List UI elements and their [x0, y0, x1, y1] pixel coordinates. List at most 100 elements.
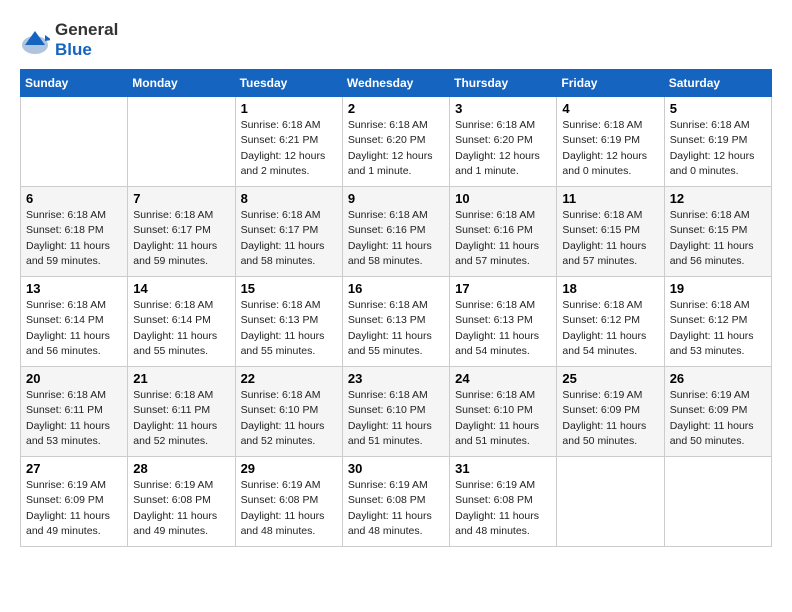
logo-container: General Blue [20, 20, 118, 59]
day-info: Sunrise: 6:18 AM Sunset: 6:16 PM Dayligh… [348, 208, 444, 269]
day-number: 13 [26, 281, 122, 296]
day-info: Sunrise: 6:18 AM Sunset: 6:15 PM Dayligh… [562, 208, 658, 269]
day-header-friday: Friday [557, 70, 664, 97]
day-number: 10 [455, 191, 551, 206]
day-number: 28 [133, 461, 229, 476]
day-number: 1 [241, 101, 337, 116]
day-number: 2 [348, 101, 444, 116]
day-cell: 5 Sunrise: 6:18 AM Sunset: 6:19 PM Daylig… [664, 97, 771, 187]
day-number: 19 [670, 281, 766, 296]
day-cell: 23 Sunrise: 6:18 AM Sunset: 6:10 PM Dayli… [342, 367, 449, 457]
day-number: 14 [133, 281, 229, 296]
day-cell: 10 Sunrise: 6:18 AM Sunset: 6:16 PM Dayli… [450, 187, 557, 277]
day-info: Sunrise: 6:19 AM Sunset: 6:09 PM Dayligh… [562, 388, 658, 449]
day-info: Sunrise: 6:18 AM Sunset: 6:19 PM Dayligh… [562, 118, 658, 179]
day-header-sunday: Sunday [21, 70, 128, 97]
week-row-5: 27Sunrise: 6:19 AM Sunset: 6:09 PM Dayli… [21, 457, 772, 547]
day-number: 7 [133, 191, 229, 206]
day-info: Sunrise: 6:18 AM Sunset: 6:13 PM Dayligh… [455, 298, 551, 359]
day-number: 25 [562, 371, 658, 386]
day-info: Sunrise: 6:18 AM Sunset: 6:20 PM Dayligh… [455, 118, 551, 179]
day-info: Sunrise: 6:18 AM Sunset: 6:11 PM Dayligh… [133, 388, 229, 449]
day-number: 16 [348, 281, 444, 296]
day-cell: 3 Sunrise: 6:18 AM Sunset: 6:20 PM Daylig… [450, 97, 557, 187]
day-number: 21 [133, 371, 229, 386]
day-info: Sunrise: 6:18 AM Sunset: 6:19 PM Dayligh… [670, 118, 766, 179]
day-cell: 25 Sunrise: 6:19 AM Sunset: 6:09 PM Dayli… [557, 367, 664, 457]
day-number: 4 [562, 101, 658, 116]
day-cell [21, 97, 128, 187]
day-cell: 18 Sunrise: 6:18 AM Sunset: 6:12 PM Dayli… [557, 277, 664, 367]
day-cell [664, 457, 771, 547]
day-info: Sunrise: 6:18 AM Sunset: 6:16 PM Dayligh… [455, 208, 551, 269]
day-info: Sunrise: 6:18 AM Sunset: 6:13 PM Dayligh… [241, 298, 337, 359]
day-info: Sunrise: 6:18 AM Sunset: 6:11 PM Dayligh… [26, 388, 122, 449]
day-header-thursday: Thursday [450, 70, 557, 97]
day-cell: 28Sunrise: 6:19 AM Sunset: 6:08 PM Dayli… [128, 457, 235, 547]
day-cell: 4 Sunrise: 6:18 AM Sunset: 6:19 PM Daylig… [557, 97, 664, 187]
day-cell: 27Sunrise: 6:19 AM Sunset: 6:09 PM Dayli… [21, 457, 128, 547]
day-cell: 17 Sunrise: 6:18 AM Sunset: 6:13 PM Dayli… [450, 277, 557, 367]
day-cell: 24Sunrise: 6:18 AM Sunset: 6:10 PM Dayli… [450, 367, 557, 457]
day-info: Sunrise: 6:18 AM Sunset: 6:17 PM Dayligh… [133, 208, 229, 269]
day-info: Sunrise: 6:18 AM Sunset: 6:12 PM Dayligh… [562, 298, 658, 359]
day-number: 18 [562, 281, 658, 296]
day-number: 30 [348, 461, 444, 476]
day-cell: 21 Sunrise: 6:18 AM Sunset: 6:11 PM Dayli… [128, 367, 235, 457]
day-number: 26 [670, 371, 766, 386]
day-number: 8 [241, 191, 337, 206]
day-cell [557, 457, 664, 547]
day-header-tuesday: Tuesday [235, 70, 342, 97]
day-cell: 19 Sunrise: 6:18 AM Sunset: 6:12 PM Dayli… [664, 277, 771, 367]
day-number: 12 [670, 191, 766, 206]
day-cell: 13Sunrise: 6:18 AM Sunset: 6:14 PM Dayli… [21, 277, 128, 367]
day-info: Sunrise: 6:18 AM Sunset: 6:10 PM Dayligh… [241, 388, 337, 449]
day-number: 15 [241, 281, 337, 296]
day-number: 20 [26, 371, 122, 386]
day-cell: 16 Sunrise: 6:18 AM Sunset: 6:13 PM Dayli… [342, 277, 449, 367]
day-info: Sunrise: 6:18 AM Sunset: 6:10 PM Dayligh… [348, 388, 444, 449]
day-info: Sunrise: 6:18 AM Sunset: 6:10 PM Dayligh… [455, 388, 551, 449]
day-header-wednesday: Wednesday [342, 70, 449, 97]
day-number: 23 [348, 371, 444, 386]
day-info: Sunrise: 6:19 AM Sunset: 6:09 PM Dayligh… [670, 388, 766, 449]
week-row-1: 1 Sunrise: 6:18 AM Sunset: 6:21 PM Daylig… [21, 97, 772, 187]
day-cell: 15 Sunrise: 6:18 AM Sunset: 6:13 PM Dayli… [235, 277, 342, 367]
day-number: 17 [455, 281, 551, 296]
day-info: Sunrise: 6:18 AM Sunset: 6:17 PM Dayligh… [241, 208, 337, 269]
day-number: 29 [241, 461, 337, 476]
week-row-4: 20 Sunrise: 6:18 AM Sunset: 6:11 PM Dayli… [21, 367, 772, 457]
day-info: Sunrise: 6:19 AM Sunset: 6:08 PM Dayligh… [455, 478, 551, 539]
day-number: 3 [455, 101, 551, 116]
day-info: Sunrise: 6:18 AM Sunset: 6:21 PM Dayligh… [241, 118, 337, 179]
day-cell: 8 Sunrise: 6:18 AM Sunset: 6:17 PM Daylig… [235, 187, 342, 277]
day-number: 31 [455, 461, 551, 476]
day-number: 5 [670, 101, 766, 116]
day-cell: 14Sunrise: 6:18 AM Sunset: 6:14 PM Dayli… [128, 277, 235, 367]
day-cell: 6Sunrise: 6:18 AM Sunset: 6:18 PM Daylig… [21, 187, 128, 277]
page-header: General Blue [20, 20, 772, 59]
day-cell [128, 97, 235, 187]
day-cell: 30 Sunrise: 6:19 AM Sunset: 6:08 PM Dayli… [342, 457, 449, 547]
week-row-3: 13Sunrise: 6:18 AM Sunset: 6:14 PM Dayli… [21, 277, 772, 367]
logo-bird-icon [20, 25, 50, 55]
day-header-saturday: Saturday [664, 70, 771, 97]
day-cell: 22Sunrise: 6:18 AM Sunset: 6:10 PM Dayli… [235, 367, 342, 457]
logo-line1: General [55, 20, 118, 40]
week-row-2: 6Sunrise: 6:18 AM Sunset: 6:18 PM Daylig… [21, 187, 772, 277]
day-number: 11 [562, 191, 658, 206]
day-number: 27 [26, 461, 122, 476]
day-info: Sunrise: 6:18 AM Sunset: 6:12 PM Dayligh… [670, 298, 766, 359]
day-info: Sunrise: 6:19 AM Sunset: 6:08 PM Dayligh… [348, 478, 444, 539]
day-cell: 7 Sunrise: 6:18 AM Sunset: 6:17 PM Daylig… [128, 187, 235, 277]
day-cell: 31 Sunrise: 6:19 AM Sunset: 6:08 PM Dayli… [450, 457, 557, 547]
day-header-monday: Monday [128, 70, 235, 97]
day-cell: 29Sunrise: 6:19 AM Sunset: 6:08 PM Dayli… [235, 457, 342, 547]
day-cell: 26 Sunrise: 6:19 AM Sunset: 6:09 PM Dayli… [664, 367, 771, 457]
logo: General Blue [20, 20, 118, 59]
day-info: Sunrise: 6:18 AM Sunset: 6:20 PM Dayligh… [348, 118, 444, 179]
logo-line2: Blue [55, 40, 118, 60]
day-info: Sunrise: 6:18 AM Sunset: 6:18 PM Dayligh… [26, 208, 122, 269]
day-number: 9 [348, 191, 444, 206]
day-info: Sunrise: 6:18 AM Sunset: 6:13 PM Dayligh… [348, 298, 444, 359]
